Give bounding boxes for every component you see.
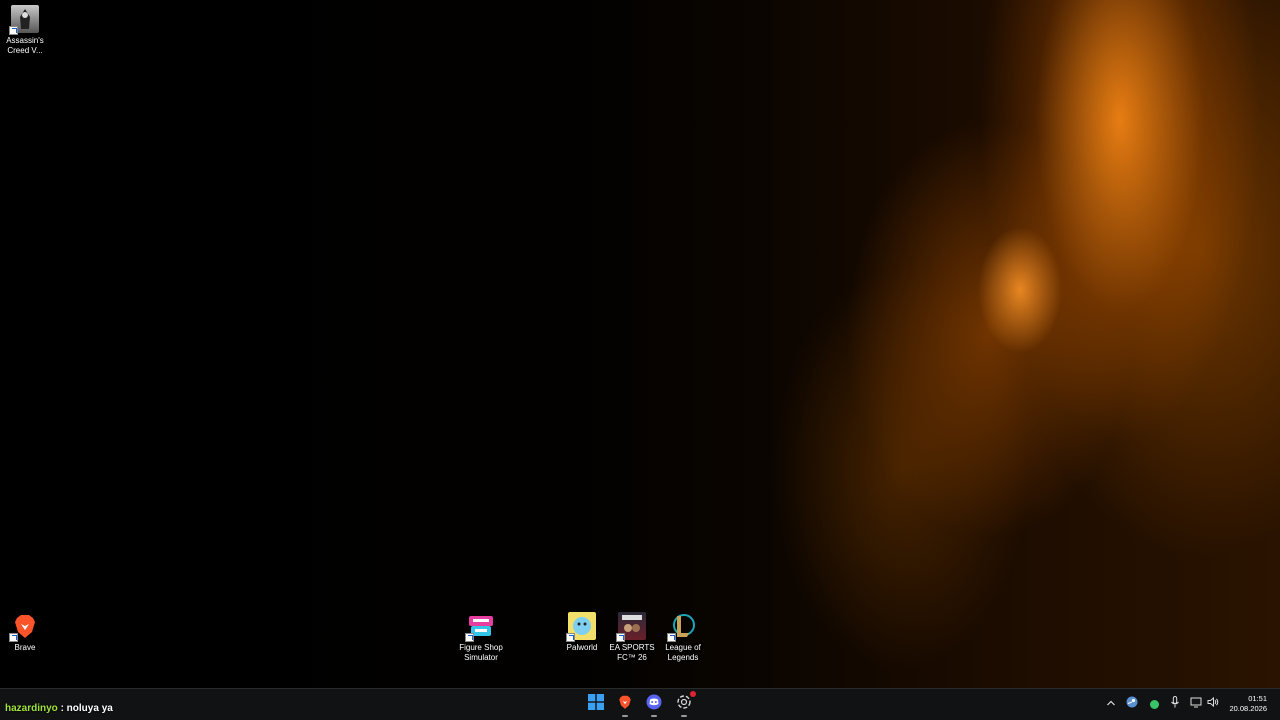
running-indicator xyxy=(622,715,628,717)
steam-icon xyxy=(1126,695,1138,713)
desktop-icon-ea-sports-fc[interactable]: EA SPORTS FC™ 26 xyxy=(603,612,661,663)
running-indicator xyxy=(651,715,657,717)
microphone-tray-button[interactable] xyxy=(1168,695,1182,713)
desktop-icon-label: Figure Shop Simulator xyxy=(459,643,503,662)
brave-icon xyxy=(617,694,633,715)
desktop-icon-label: Assassin's Creed V... xyxy=(6,36,44,55)
figure-shop-simulator-icon xyxy=(465,612,495,642)
clock-date: 20.08.2026 xyxy=(1229,704,1267,713)
clock-time: 01:51 xyxy=(1248,694,1267,703)
chat-message: : noluya ya xyxy=(60,703,113,714)
assassins-creed-icon xyxy=(9,5,39,35)
chat-username: hazardinyo xyxy=(5,703,58,714)
start-button[interactable] xyxy=(583,692,609,716)
desktop-icon-brave[interactable]: Brave xyxy=(0,612,54,653)
display-icon xyxy=(1190,695,1202,713)
chatgpt-icon xyxy=(676,690,696,715)
shortcut-arrow-icon xyxy=(616,633,625,642)
status-dot-icon xyxy=(1149,699,1159,709)
desktop-icon-assassins-creed[interactable]: Assassin's Creed V... xyxy=(0,5,54,56)
volume-tray-button[interactable] xyxy=(1206,695,1220,713)
show-hidden-icons-button[interactable] xyxy=(1104,697,1118,711)
clock[interactable]: 01:51 20.08.2026 xyxy=(1229,694,1267,714)
brave-icon xyxy=(9,612,39,642)
desktop-wallpaper xyxy=(0,0,1280,688)
league-of-legends-icon xyxy=(667,612,697,642)
desktop-icon-figure-shop-simulator[interactable]: Figure Shop Simulator xyxy=(452,612,510,663)
taskbar-chatgpt-button[interactable] xyxy=(671,690,697,717)
status-tray-button[interactable] xyxy=(1147,697,1161,711)
taskbar-discord-button[interactable] xyxy=(641,692,667,717)
notification-badge xyxy=(690,690,696,697)
shortcut-arrow-icon xyxy=(566,633,575,642)
chevron-up-icon xyxy=(1106,695,1116,713)
start-icon xyxy=(588,693,604,715)
ea-sports-fc-icon xyxy=(616,612,646,642)
steam-tray-button[interactable] xyxy=(1125,695,1139,713)
taskbar-brave-button[interactable] xyxy=(612,692,638,717)
taskbar xyxy=(0,688,1280,720)
desktop-icon-label: EA SPORTS FC™ 26 xyxy=(609,643,655,662)
desktop-icon-label: Brave xyxy=(14,643,36,652)
discord-icon xyxy=(646,694,662,715)
palworld-icon xyxy=(566,612,596,642)
desktop-icon-label: League of Legends xyxy=(665,643,701,662)
desktop-icon-league-of-legends[interactable]: League of Legends xyxy=(654,612,712,663)
display-tray-button[interactable] xyxy=(1189,697,1203,711)
shortcut-arrow-icon xyxy=(667,633,676,642)
shortcut-arrow-icon xyxy=(9,633,18,642)
shortcut-arrow-icon xyxy=(9,26,18,35)
microphone-icon xyxy=(1170,695,1180,713)
chat-overlay: hazardinyo : noluya ya xyxy=(5,703,113,714)
shortcut-arrow-icon xyxy=(465,633,474,642)
speaker-icon xyxy=(1207,695,1219,713)
running-indicator xyxy=(681,715,687,717)
